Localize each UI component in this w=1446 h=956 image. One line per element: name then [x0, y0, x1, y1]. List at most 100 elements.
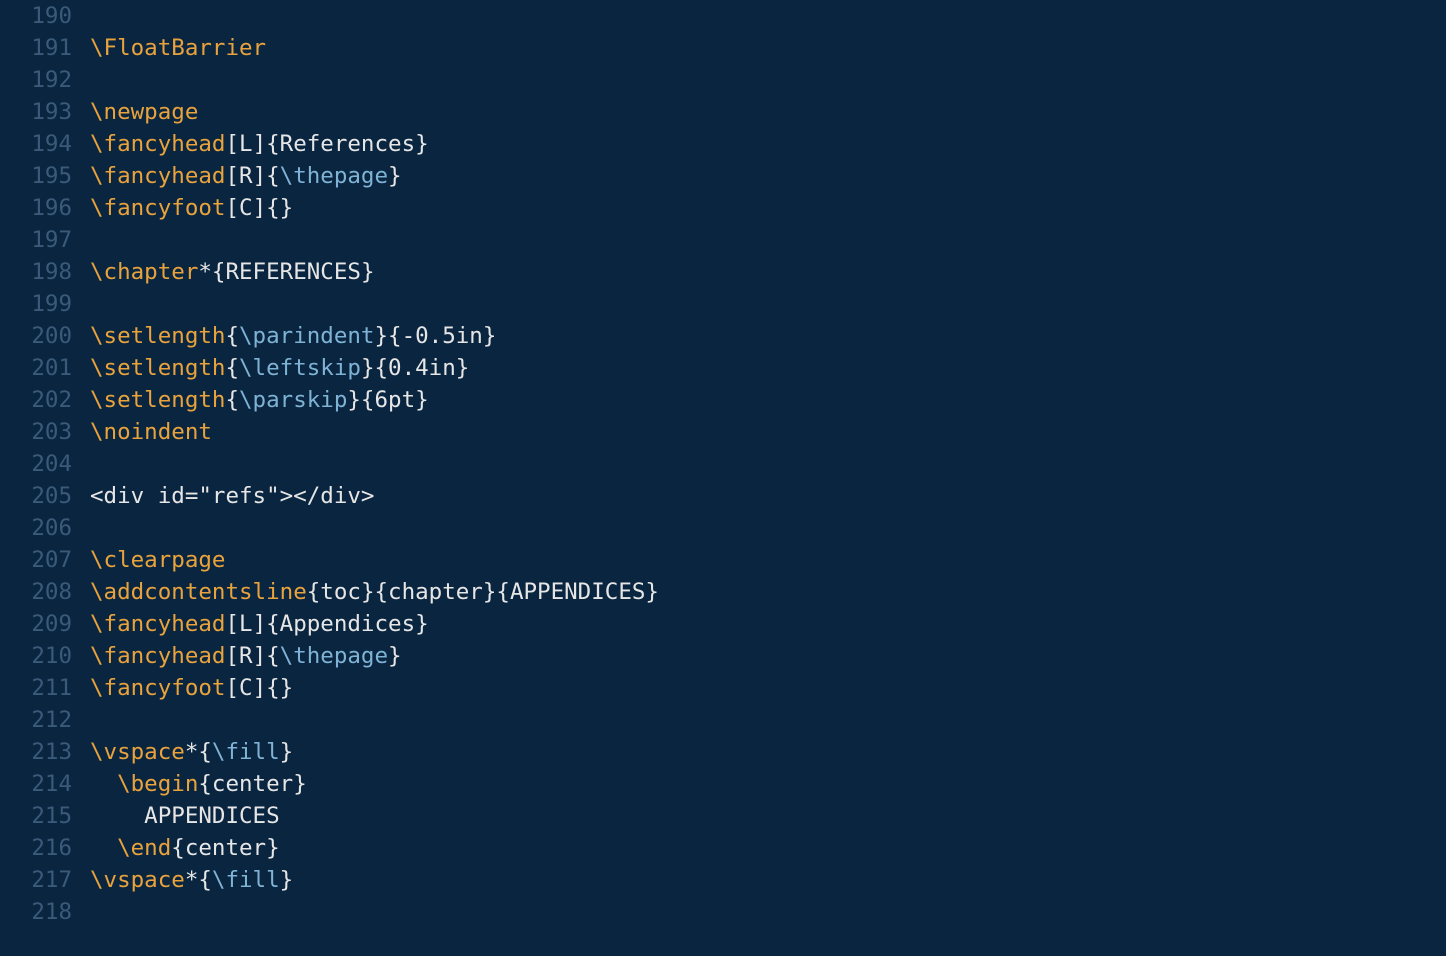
- token-cmd: \begin: [117, 771, 198, 797]
- token-cmd: \noindent: [90, 419, 212, 445]
- code-line[interactable]: \fancyfoot[C]{}: [90, 672, 1446, 704]
- token-brace: *{: [185, 867, 212, 893]
- line-number: 212: [0, 704, 72, 736]
- code-line[interactable]: \noindent: [90, 416, 1446, 448]
- code-line[interactable]: \setlength{\parindent}{-0.5in}: [90, 320, 1446, 352]
- code-line[interactable]: \vspace*{\fill}: [90, 864, 1446, 896]
- code-line[interactable]: [90, 288, 1446, 320]
- code-line[interactable]: APPENDICES: [90, 800, 1446, 832]
- code-line[interactable]: [90, 512, 1446, 544]
- code-line[interactable]: \vspace*{\fill}: [90, 736, 1446, 768]
- line-number: 214: [0, 768, 72, 800]
- line-number: 195: [0, 160, 72, 192]
- token-brace: }: [415, 387, 429, 413]
- token-ind: [90, 835, 117, 861]
- code-line[interactable]: \setlength{\leftskip}{0.4in}: [90, 352, 1446, 384]
- code-line[interactable]: \fancyhead[R]{\thepage}: [90, 160, 1446, 192]
- code-line[interactable]: \begin{center}: [90, 768, 1446, 800]
- token-cmd: \fancyhead: [90, 611, 225, 637]
- token-brace: ]{: [253, 163, 280, 189]
- code-line[interactable]: \fancyhead[R]{\thepage}: [90, 640, 1446, 672]
- token-text: center: [212, 771, 293, 797]
- code-line[interactable]: \fancyhead[L]{References}: [90, 128, 1446, 160]
- token-cmd2: \parskip: [239, 387, 347, 413]
- token-brace: *{: [198, 259, 225, 285]
- token-brace: ]{: [253, 643, 280, 669]
- token-text: R: [239, 163, 253, 189]
- line-number: 218: [0, 896, 72, 928]
- token-cmd2: \leftskip: [239, 355, 361, 381]
- code-line[interactable]: [90, 224, 1446, 256]
- token-cmd2: \parindent: [239, 323, 374, 349]
- code-line[interactable]: \newpage: [90, 96, 1446, 128]
- line-number: 202: [0, 384, 72, 416]
- token-brace: }: [415, 611, 429, 637]
- token-brace: {: [225, 323, 239, 349]
- line-number: 217: [0, 864, 72, 896]
- token-text: REFERENCES: [225, 259, 360, 285]
- token-ind: [90, 771, 117, 797]
- line-number: 201: [0, 352, 72, 384]
- code-line[interactable]: \setlength{\parskip}{6pt}: [90, 384, 1446, 416]
- token-brace: ]{: [253, 611, 280, 637]
- token-cmd: \setlength: [90, 355, 225, 381]
- line-number: 208: [0, 576, 72, 608]
- token-cmd2: \thepage: [280, 643, 388, 669]
- code-line[interactable]: [90, 448, 1446, 480]
- token-text: chapter: [388, 579, 483, 605]
- token-cmd2: \fill: [212, 867, 280, 893]
- code-line[interactable]: <div id="refs"></div>: [90, 480, 1446, 512]
- line-number: 196: [0, 192, 72, 224]
- line-number: 205: [0, 480, 72, 512]
- token-brace: [: [225, 611, 239, 637]
- token-text: 6pt: [374, 387, 415, 413]
- token-brace: [: [225, 195, 239, 221]
- token-brace: }: [361, 259, 375, 285]
- token-brace: }{: [361, 579, 388, 605]
- code-line[interactable]: \end{center}: [90, 832, 1446, 864]
- code-line[interactable]: \chapter*{REFERENCES}: [90, 256, 1446, 288]
- token-cmd: \vspace: [90, 739, 185, 765]
- token-text: C: [239, 675, 253, 701]
- line-number: 213: [0, 736, 72, 768]
- line-number: 198: [0, 256, 72, 288]
- token-text: 0.4in: [388, 355, 456, 381]
- token-brace: *{: [185, 739, 212, 765]
- line-number: 215: [0, 800, 72, 832]
- token-brace: {: [225, 387, 239, 413]
- token-brace: {: [307, 579, 321, 605]
- token-text: References: [280, 131, 415, 157]
- line-number: 193: [0, 96, 72, 128]
- code-line[interactable]: [90, 64, 1446, 96]
- line-number: 206: [0, 512, 72, 544]
- code-line[interactable]: [90, 704, 1446, 736]
- token-cmd: \fancyhead: [90, 163, 225, 189]
- token-cmd2: \fill: [212, 739, 280, 765]
- token-text: L: [239, 611, 253, 637]
- line-number: 216: [0, 832, 72, 864]
- token-cmd: \setlength: [90, 387, 225, 413]
- code-editor[interactable]: 1901911921931941951961971981992002012022…: [0, 0, 1446, 956]
- token-cmd: \end: [117, 835, 171, 861]
- code-line[interactable]: \fancyfoot[C]{}: [90, 192, 1446, 224]
- token-brace: }: [266, 835, 280, 861]
- line-number: 209: [0, 608, 72, 640]
- code-content[interactable]: \FloatBarrier\newpage\fancyhead[L]{Refer…: [90, 0, 1446, 956]
- token-brace: }{: [347, 387, 374, 413]
- line-number: 190: [0, 0, 72, 32]
- token-brace: }: [645, 579, 659, 605]
- token-brace: }: [456, 355, 470, 381]
- code-line[interactable]: \FloatBarrier: [90, 32, 1446, 64]
- code-line[interactable]: \addcontentsline{toc}{chapter}{APPENDICE…: [90, 576, 1446, 608]
- code-line[interactable]: [90, 896, 1446, 928]
- code-line[interactable]: \fancyhead[L]{Appendices}: [90, 608, 1446, 640]
- token-text: L: [239, 131, 253, 157]
- code-line[interactable]: [90, 0, 1446, 32]
- line-number-gutter: 1901911921931941951961971981992002012022…: [0, 0, 90, 956]
- token-text: APPENDICES: [510, 579, 645, 605]
- token-cmd: \FloatBarrier: [90, 35, 266, 61]
- token-text: toc: [320, 579, 361, 605]
- line-number: 203: [0, 416, 72, 448]
- code-line[interactable]: \clearpage: [90, 544, 1446, 576]
- line-number: 199: [0, 288, 72, 320]
